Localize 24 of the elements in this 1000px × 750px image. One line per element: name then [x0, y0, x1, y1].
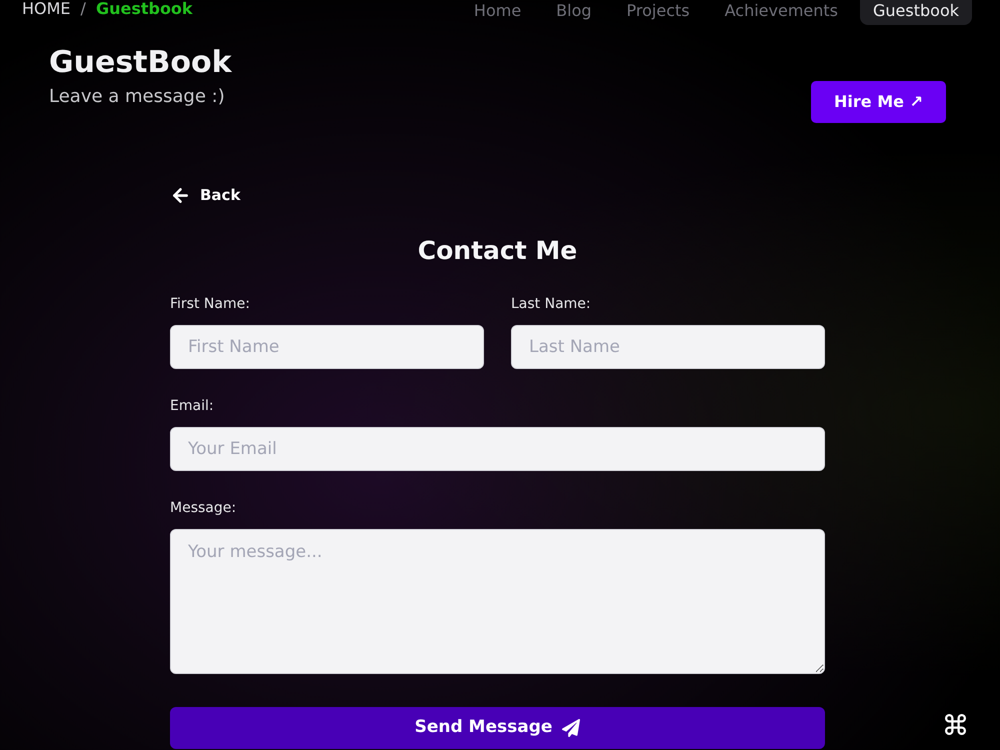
hire-me-button[interactable]: Hire Me ↗ — [811, 81, 946, 123]
paper-plane-icon — [562, 718, 580, 737]
nav-link[interactable]: Achievements — [712, 0, 851, 24]
text-input-field[interactable]: Your Email — [170, 426, 825, 471]
field-label: Message: — [170, 498, 238, 517]
field-label: Last Name: — [511, 294, 592, 313]
text-input-field[interactable]: Last Name — [511, 324, 825, 369]
nav-link[interactable]: Home — [460, 0, 534, 24]
text-input-field[interactable]: First Name — [170, 324, 484, 369]
breadcrumb-link[interactable]: HOME — [22, 0, 71, 18]
command-icon[interactable] — [943, 712, 968, 737]
back-link[interactable]: Back — [170, 184, 240, 206]
field-label: Email: — [170, 396, 215, 415]
field-label: First Name: — [170, 294, 251, 313]
breadcrumb-link[interactable]: Guestbook — [96, 0, 193, 18]
nav-link[interactable]: Projects — [614, 0, 703, 24]
nav-link[interactable]: Guestbook — [860, 0, 972, 24]
nav-link[interactable]: Blog — [543, 0, 605, 24]
page-title: GuestBook — [49, 45, 232, 81]
send-message-button[interactable]: Send Message — [170, 706, 825, 749]
message-textarea-field[interactable]: Your message... — [170, 528, 825, 674]
form-title: Contact Me — [416, 236, 578, 266]
breadcrumb-separator: / — [80, 0, 86, 18]
page-subtitle: Leave a message :) — [49, 85, 226, 109]
